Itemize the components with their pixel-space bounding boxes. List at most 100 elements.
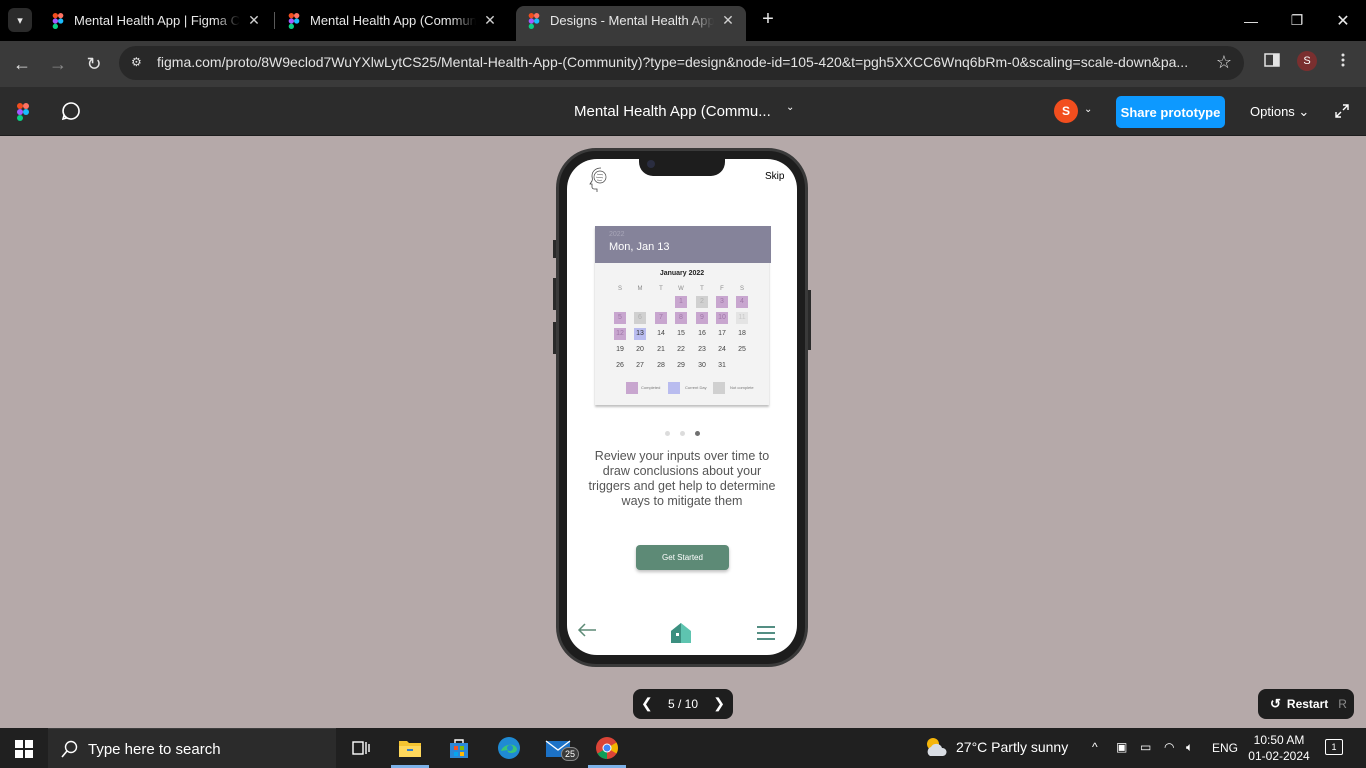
close-icon[interactable]: ✕: [720, 12, 736, 29]
pagination-dot-active[interactable]: [695, 431, 700, 436]
wifi-icon[interactable]: ◠: [1164, 740, 1174, 754]
calendar-day[interactable]: 15: [675, 328, 687, 340]
chevron-down-icon[interactable]: ⌄: [1084, 104, 1092, 115]
close-icon[interactable]: ✕: [482, 12, 498, 29]
calendar-day[interactable]: 5: [614, 312, 626, 324]
calendar-selected-date: Mon, Jan 13: [609, 241, 670, 253]
skip-link[interactable]: Skip: [765, 171, 784, 182]
avatar[interactable]: S: [1054, 99, 1078, 123]
tab-divider: [274, 12, 275, 29]
tab-designs-active[interactable]: Designs - Mental Health App (Community) …: [516, 6, 746, 41]
chrome-icon[interactable]: [593, 734, 621, 762]
microsoft-store-icon[interactable]: [445, 734, 473, 762]
address-bar[interactable]: ⚙ figma.com/proto/8W9eclod7WuYXlwLytCS25…: [119, 46, 1244, 80]
new-tab-button[interactable]: +: [758, 9, 778, 29]
forward-icon[interactable]: →: [46, 52, 70, 76]
calendar-day[interactable]: 30: [696, 360, 708, 372]
meet-now-icon[interactable]: ▣: [1116, 740, 1127, 754]
fullscreen-icon[interactable]: [1334, 103, 1350, 119]
weekday-label: W: [678, 286, 684, 292]
calendar-day-current[interactable]: 13: [634, 328, 646, 340]
back-icon[interactable]: ←: [10, 52, 34, 76]
tab-figma-community[interactable]: Mental Health App | Figma Community ✕: [40, 6, 272, 35]
restart-button[interactable]: ↺ Restart R: [1258, 689, 1354, 719]
taskbar-clock[interactable]: 10:50 AM 01-02-2024: [1238, 732, 1320, 764]
volume-icon[interactable]: 🔈︎: [1186, 740, 1193, 755]
calendar-day[interactable]: 23: [696, 344, 708, 356]
calendar-day[interactable]: 1: [675, 296, 687, 308]
calendar-day[interactable]: 19: [614, 344, 626, 356]
comment-icon[interactable]: [60, 100, 82, 122]
weekday-label: F: [720, 286, 724, 292]
calendar-day[interactable]: 8: [675, 312, 687, 324]
calendar-day[interactable]: 14: [655, 328, 667, 340]
calendar-day[interactable]: 12: [614, 328, 626, 340]
weekday-label: S: [617, 286, 622, 292]
calendar-day[interactable]: 20: [634, 344, 646, 356]
calendar-day[interactable]: 4: [736, 296, 748, 308]
calendar-day[interactable]: 24: [716, 344, 728, 356]
calendar-day[interactable]: 27: [634, 360, 646, 372]
close-icon[interactable]: ✕: [246, 12, 262, 29]
calendar-day[interactable]: 3: [716, 296, 728, 308]
tab-search-button[interactable]: ▾: [8, 8, 32, 32]
calendar-day[interactable]: 17: [716, 328, 728, 340]
calendar-day[interactable]: 7: [655, 312, 667, 324]
hamburger-menu-icon[interactable]: [757, 626, 775, 640]
calendar-card: 2022 Mon, Jan 13 January 2022 SMTWTFS 12…: [595, 226, 771, 405]
windows-start-icon[interactable]: [15, 740, 33, 758]
pagination-dot[interactable]: [665, 431, 670, 436]
calendar-day[interactable]: 16: [696, 328, 708, 340]
browser-tab-strip: ▾ Mental Health App | Figma Community ✕ …: [0, 0, 1366, 41]
chevron-down-icon[interactable]: ⌄: [786, 102, 794, 113]
calendar-day[interactable]: 11: [736, 312, 748, 324]
share-prototype-button[interactable]: Share prototype: [1116, 96, 1225, 128]
weather-widget[interactable]: 27°C Partly sunny: [924, 736, 1068, 758]
legend-label: Completed: [641, 385, 661, 390]
taskbar-search-box[interactable]: Type here to search: [48, 728, 336, 768]
calendar-day[interactable]: 29: [675, 360, 687, 372]
calendar-day[interactable]: 10: [716, 312, 728, 324]
calendar-day[interactable]: 31: [716, 360, 728, 372]
calendar-day[interactable]: 21: [655, 344, 667, 356]
calendar-day[interactable]: 9: [696, 312, 708, 324]
tab-mental-health-community[interactable]: Mental Health App (Community) ✕: [276, 6, 508, 35]
chevron-right-icon[interactable]: ❯: [713, 695, 725, 712]
window-close-icon[interactable]: ✕: [1320, 0, 1366, 41]
calendar-day[interactable]: 2: [696, 296, 708, 308]
notification-center-icon[interactable]: 1: [1325, 739, 1343, 755]
arrow-left-icon[interactable]: [577, 623, 597, 637]
onboarding-description: Review your inputs over time to draw con…: [588, 449, 776, 508]
calendar-year: 2022: [609, 231, 625, 238]
home-icon[interactable]: [670, 622, 692, 644]
side-panel-icon[interactable]: [1264, 52, 1280, 73]
get-started-button[interactable]: Get Started: [636, 545, 729, 570]
task-view-icon[interactable]: [346, 734, 374, 762]
profile-avatar[interactable]: S: [1297, 51, 1317, 71]
figma-logo-icon[interactable]: [17, 103, 29, 121]
calendar-day[interactable]: 18: [736, 328, 748, 340]
calendar-day[interactable]: 25: [736, 344, 748, 356]
chevron-up-icon[interactable]: ^: [1092, 740, 1098, 754]
options-menu[interactable]: Options ⌄: [1250, 104, 1309, 120]
reload-icon[interactable]: ↻: [82, 52, 106, 76]
calendar-day[interactable]: 26: [614, 360, 626, 372]
calendar-day[interactable]: 28: [655, 360, 667, 372]
weekday-label: M: [637, 286, 643, 292]
search-icon: [61, 740, 78, 758]
calendar-day[interactable]: 6: [634, 312, 646, 324]
file-explorer-icon[interactable]: [396, 734, 424, 762]
edge-browser-icon[interactable]: [495, 734, 523, 762]
calendar-day[interactable]: 22: [675, 344, 687, 356]
file-title[interactable]: Mental Health App (Commu...: [574, 103, 771, 120]
minimize-icon[interactable]: —: [1228, 0, 1274, 41]
url-text[interactable]: figma.com/proto/8W9eclod7WuYXlwLytCS25/M…: [157, 54, 1202, 70]
bookmark-star-icon[interactable]: ☆: [1216, 52, 1232, 73]
restore-icon[interactable]: ❐: [1274, 0, 1320, 41]
browser-menu-icon[interactable]: [1338, 52, 1348, 73]
language-indicator[interactable]: ENG: [1212, 741, 1238, 755]
site-info-icon[interactable]: ⚙: [131, 55, 147, 71]
battery-icon[interactable]: ▭: [1140, 740, 1151, 754]
pagination-dot[interactable]: [680, 431, 685, 436]
calendar-header: 2022 Mon, Jan 13: [595, 226, 771, 263]
